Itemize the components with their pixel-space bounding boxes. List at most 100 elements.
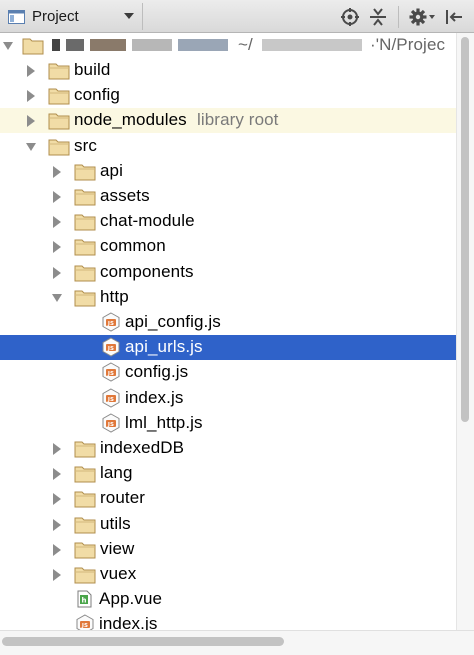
folder-icon xyxy=(74,567,96,584)
svg-text:JS: JS xyxy=(81,623,88,629)
tree-folder-row[interactable]: src xyxy=(0,134,456,159)
collapsed-arrow-icon[interactable] xyxy=(52,443,62,455)
tree-folder-row[interactable]: chat-module xyxy=(0,209,456,234)
tree-root-row[interactable]: ~/ ·'N/Projec xyxy=(0,33,456,58)
svg-text:JS: JS xyxy=(107,321,114,327)
tree-item-label: chat-module xyxy=(100,211,195,231)
collapsed-arrow-icon[interactable] xyxy=(52,493,62,506)
collapsed-arrow-icon[interactable] xyxy=(26,65,36,77)
tree-item-label: router xyxy=(100,488,146,508)
tree-folder-row[interactable]: indexedDB xyxy=(0,436,456,461)
javascript-file-icon: JS xyxy=(102,413,120,433)
obscured-path-segment xyxy=(178,39,228,51)
tree-folder-row[interactable]: view xyxy=(0,537,456,562)
tree-file-row[interactable]: JS index.js xyxy=(0,386,456,411)
tree-item-label: src xyxy=(74,135,97,155)
tree-item-label: index.js xyxy=(125,387,184,407)
vertical-scrollbar[interactable] xyxy=(456,33,474,630)
collapsed-arrow-icon[interactable] xyxy=(52,518,62,531)
library-root-hint: library root xyxy=(197,110,279,130)
svg-text:JS: JS xyxy=(107,396,114,402)
root-path-tail: ·'N/Projec xyxy=(370,35,446,54)
tree-folder-row[interactable]: build xyxy=(0,58,456,83)
tree-item-label: api xyxy=(100,160,123,180)
folder-icon xyxy=(22,38,44,55)
collapsed-arrow-icon[interactable] xyxy=(26,115,36,128)
tree-folder-row[interactable]: config xyxy=(0,83,456,108)
tree-item-label: api_urls.js xyxy=(125,337,203,357)
svg-text:h: h xyxy=(81,597,86,605)
tree-item-label: indexedDB xyxy=(100,438,185,457)
tree-file-row[interactable]: JS api_urls.js xyxy=(0,335,456,361)
javascript-file-icon: JS xyxy=(102,312,120,332)
expanded-arrow-icon[interactable] xyxy=(3,40,13,52)
project-toolbar: Project xyxy=(0,0,474,33)
project-view-title: Project xyxy=(32,8,79,25)
project-view-selector[interactable]: Project xyxy=(2,3,143,30)
tree-item-label: utils xyxy=(100,513,131,533)
tree-item-label: config xyxy=(74,85,120,105)
collapsed-arrow-icon[interactable] xyxy=(52,569,62,581)
svg-text:JS: JS xyxy=(107,371,114,377)
tree-folder-row[interactable]: router xyxy=(0,486,456,511)
tree-file-row[interactable]: h App.vue xyxy=(0,587,456,612)
hide-icon[interactable] xyxy=(444,7,464,27)
tree-file-row[interactable]: JS api_config.js xyxy=(0,310,456,335)
folder-icon xyxy=(74,441,96,458)
tree-folder-row[interactable]: components xyxy=(0,260,456,285)
collapsed-arrow-icon[interactable] xyxy=(52,468,62,481)
collapsed-arrow-icon[interactable] xyxy=(52,216,62,229)
tree-file-row[interactable]: JS config.js xyxy=(0,360,456,385)
crosshair-icon[interactable] xyxy=(340,7,360,27)
tree-folder-row[interactable]: node_modules library root xyxy=(0,108,456,134)
tree-file-row[interactable]: JS index.js xyxy=(0,612,456,630)
tree-item-label: view xyxy=(100,538,135,558)
tree-folder-row[interactable]: api xyxy=(0,159,456,184)
expanded-arrow-icon[interactable] xyxy=(26,141,36,153)
folder-icon xyxy=(48,88,70,105)
collapsed-arrow-icon[interactable] xyxy=(52,191,62,203)
expanded-arrow-icon[interactable] xyxy=(52,292,62,304)
tree-folder-row[interactable]: assets xyxy=(0,184,456,209)
tree-item-label: vuex xyxy=(100,564,137,583)
tree-folder-row[interactable]: http xyxy=(0,285,456,310)
javascript-file-icon: JS xyxy=(102,337,120,357)
tree-folder-row[interactable]: common xyxy=(0,234,456,259)
tree-item-label: lml_http.js xyxy=(125,412,203,432)
folder-icon xyxy=(74,189,96,206)
folder-icon xyxy=(48,63,70,80)
tree-item-label: assets xyxy=(100,186,150,205)
gear-icon[interactable] xyxy=(408,7,436,27)
collapsed-arrow-icon[interactable] xyxy=(26,90,36,103)
horizontal-scrollbar[interactable] xyxy=(0,630,474,655)
obscured-path-segment xyxy=(132,39,172,51)
folder-icon xyxy=(48,139,70,156)
tree-folder-row[interactable]: lang xyxy=(0,461,456,486)
obscured-path-segment xyxy=(66,39,84,51)
collapse-icon[interactable] xyxy=(368,7,388,27)
folder-icon xyxy=(74,542,96,559)
chevron-down-icon[interactable] xyxy=(124,13,134,20)
tree-folder-row[interactable]: vuex xyxy=(0,562,456,587)
collapsed-arrow-icon[interactable] xyxy=(52,543,62,556)
tree-item-label: build xyxy=(74,60,111,79)
svg-text:JS: JS xyxy=(107,346,114,352)
folder-icon xyxy=(48,113,70,130)
collapsed-arrow-icon[interactable] xyxy=(52,266,62,279)
collapsed-arrow-icon[interactable] xyxy=(52,165,62,178)
tree-item-label: lang xyxy=(100,463,133,483)
vertical-scrollbar-thumb[interactable] xyxy=(461,37,469,422)
tree-item-label: index.js xyxy=(99,614,158,630)
tree-item-label: config.js xyxy=(125,362,189,382)
javascript-file-icon: JS xyxy=(102,388,120,408)
toolbar-separator xyxy=(398,6,399,28)
obscured-path-segment xyxy=(52,39,60,51)
tree-item-label: components xyxy=(100,261,194,281)
folder-icon xyxy=(74,239,96,256)
tree-folder-row[interactable]: utils xyxy=(0,512,456,537)
project-tree[interactable]: ~/ ·'N/Projec build config node_modules lib… xyxy=(0,33,474,630)
tree-file-row[interactable]: JS lml_http.js xyxy=(0,411,456,436)
collapsed-arrow-icon[interactable] xyxy=(52,241,62,254)
horizontal-scrollbar-thumb[interactable] xyxy=(2,637,284,646)
vue-file-icon: h xyxy=(77,590,92,608)
